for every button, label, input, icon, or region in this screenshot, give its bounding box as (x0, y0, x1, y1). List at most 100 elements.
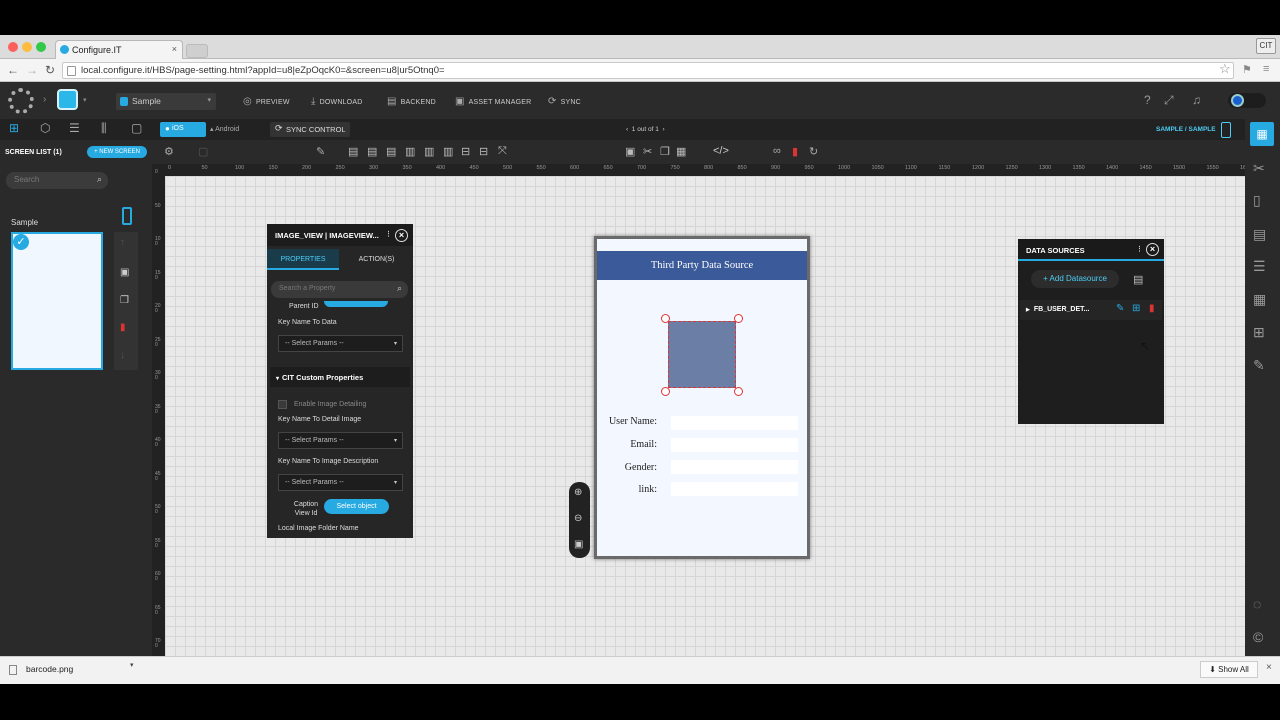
paste-icon[interactable]: ▦ (676, 145, 686, 158)
key-name-desc-select[interactable]: -- Select Params -- ▾ (278, 474, 403, 491)
list-icon[interactable]: ☰ (1253, 258, 1266, 275)
parent-id-select[interactable] (324, 301, 388, 307)
resize-handle[interactable] (661, 314, 670, 323)
edit-icon[interactable]: ✎ (1116, 303, 1124, 314)
ios-platform-tab[interactable]: ● iOS (160, 122, 206, 137)
zoom-out-icon[interactable]: ⊖ (574, 513, 582, 524)
mapping-icon[interactable]: ⊞ (1132, 303, 1140, 314)
copy-layout-icon[interactable]: ❐ (660, 145, 670, 158)
align-middle-icon[interactable]: ▤ (367, 145, 377, 158)
save-layout-icon[interactable]: ▣ (625, 145, 635, 158)
chat-icon[interactable]: ◌ (1253, 596, 1261, 612)
trash-icon[interactable]: ▮ (1149, 303, 1155, 314)
asset-manager-button[interactable]: ▣ ASSET MANAGER (455, 96, 531, 107)
preview-button[interactable]: ◎ PREVIEW (243, 96, 290, 107)
copy-icon[interactable]: ❐ (120, 295, 129, 306)
menu-icon[interactable]: ≡ (1263, 63, 1269, 75)
resize-handle[interactable] (661, 387, 670, 396)
settings-gear-icon[interactable]: ⚙ (164, 145, 174, 158)
gender-field[interactable] (671, 460, 798, 474)
download-options-icon[interactable]: ▾ (130, 661, 134, 669)
link-field[interactable] (671, 482, 798, 496)
email-field[interactable] (671, 438, 798, 452)
property-search-input[interactable]: Search a Property ⌕ (271, 281, 408, 298)
username-field[interactable] (671, 416, 798, 430)
browser-tab[interactable]: Configure.IT × (55, 40, 183, 59)
layout-icon[interactable]: ▢ (131, 121, 142, 135)
backend-button[interactable]: ▤ BACKEND (387, 96, 436, 107)
zoom-in-icon[interactable]: ⊕ (574, 487, 582, 498)
tools-icon[interactable]: ✂ (1253, 160, 1265, 177)
app-icon[interactable] (57, 89, 78, 110)
datasource-item[interactable]: ▶ FB_USER_DET... (1020, 300, 1162, 320)
sync-button[interactable]: ⟳ SYNC (548, 96, 581, 107)
screen-nav-title[interactable]: Third Party Data Source (597, 251, 807, 280)
select-object-button[interactable]: Select object (324, 499, 389, 514)
sliders-icon[interactable]: ⫼ (101, 121, 107, 136)
tab-actions[interactable]: ACTION(S) (340, 249, 413, 270)
documents-icon[interactable]: ▤ (1133, 273, 1143, 286)
copyright-icon[interactable]: © (1253, 629, 1263, 645)
distribute-h-icon[interactable]: ⊟ (461, 145, 470, 158)
tab-properties[interactable]: PROPERTIES (267, 249, 339, 270)
new-screen-button[interactable]: + NEW SCREEN (87, 146, 147, 158)
select-icon[interactable]: ▢ (198, 145, 208, 158)
cut-icon[interactable]: ✂ (643, 145, 652, 158)
download-item[interactable]: barcode.png (9, 664, 73, 675)
profile-badge[interactable]: CIT (1256, 38, 1276, 54)
reload-icon[interactable]: ↻ (45, 63, 55, 77)
screen-pager[interactable]: ‹ 1 out of 1 › (626, 126, 665, 133)
align-left-icon[interactable]: ▥ (405, 145, 415, 158)
fit-screen-icon[interactable]: ▣ (574, 539, 583, 550)
cube-icon[interactable]: ⬡ (40, 121, 50, 135)
screen-thumbnail[interactable] (11, 232, 103, 370)
screen-search-input[interactable]: Search ⌕ (6, 172, 108, 189)
notification-bell-icon[interactable]: ♫ (1192, 93, 1201, 107)
project-select[interactable]: Sample ▾ (116, 93, 216, 110)
resize-handle[interactable] (734, 387, 743, 396)
bookmark-star-icon[interactable]: ☆ (1219, 61, 1231, 77)
chevron-down-icon[interactable]: ▾ (83, 96, 87, 104)
trash-icon[interactable]: ▮ (792, 145, 798, 158)
mobile-preview-icon[interactable]: ▯ (1253, 192, 1261, 209)
cit-custom-properties-header[interactable]: ▾ CIT Custom Properties (270, 367, 410, 387)
save-icon[interactable]: ▣ (120, 267, 129, 278)
refresh-icon[interactable]: ↻ (809, 145, 818, 158)
grid-view-icon[interactable]: ⊞ (9, 121, 19, 135)
enable-detailing-checkbox[interactable] (278, 400, 287, 409)
drag-handle-icon[interactable]: ⋮ (1136, 245, 1143, 253)
delete-icon[interactable]: ▮ (120, 322, 126, 333)
close-window-button[interactable] (8, 42, 18, 52)
layers-icon[interactable]: ☰ (69, 121, 80, 135)
device-preview[interactable] (594, 236, 810, 559)
align-right-icon[interactable]: ▥ (443, 145, 453, 158)
align-bottom-icon[interactable]: ▤ (386, 145, 396, 158)
grid-icon[interactable]: ⊞ (1253, 324, 1265, 341)
forward-icon[interactable]: → (26, 63, 38, 77)
key-name-data-select[interactable]: -- Select Params -- ▾ (278, 335, 403, 352)
sync-control-button[interactable]: ⟳ SYNC CONTROL (270, 122, 350, 137)
link-icon[interactable]: ∞ (773, 145, 781, 157)
device-icon[interactable] (1221, 122, 1231, 138)
align-top-icon[interactable]: ▤ (348, 145, 358, 158)
document-icon[interactable]: ▤ (1253, 226, 1266, 243)
url-input[interactable]: local.configure.it/HBS/page-setting.html… (62, 62, 1234, 79)
fullscreen-icon[interactable]: ⤢ (1164, 93, 1174, 108)
new-tab-button[interactable] (186, 44, 208, 58)
user-avatar-menu[interactable] (1228, 93, 1266, 108)
drag-handle-icon[interactable]: ⋮ (385, 230, 392, 238)
eyedropper-icon[interactable]: ✎ (316, 145, 325, 158)
move-up-icon[interactable]: ↑ (120, 237, 125, 248)
download-button[interactable]: ⤓ DOWNLOAD (311, 96, 362, 107)
help-icon[interactable]: ? (1144, 93, 1151, 107)
distribute-v-icon[interactable]: ⊟ (479, 145, 488, 158)
close-downloads-icon[interactable]: × (1266, 662, 1272, 673)
table-icon[interactable]: ▦ (1253, 291, 1266, 308)
close-icon[interactable]: × (395, 229, 408, 242)
image-view-placeholder[interactable] (668, 321, 736, 388)
move-down-icon[interactable]: ↓ (120, 350, 125, 361)
configure-it-logo-icon[interactable] (8, 88, 34, 114)
align-center-icon[interactable]: ▥ (424, 145, 434, 158)
notes-icon[interactable]: ✎ (1253, 357, 1265, 374)
tab-close-icon[interactable]: × (172, 44, 177, 54)
